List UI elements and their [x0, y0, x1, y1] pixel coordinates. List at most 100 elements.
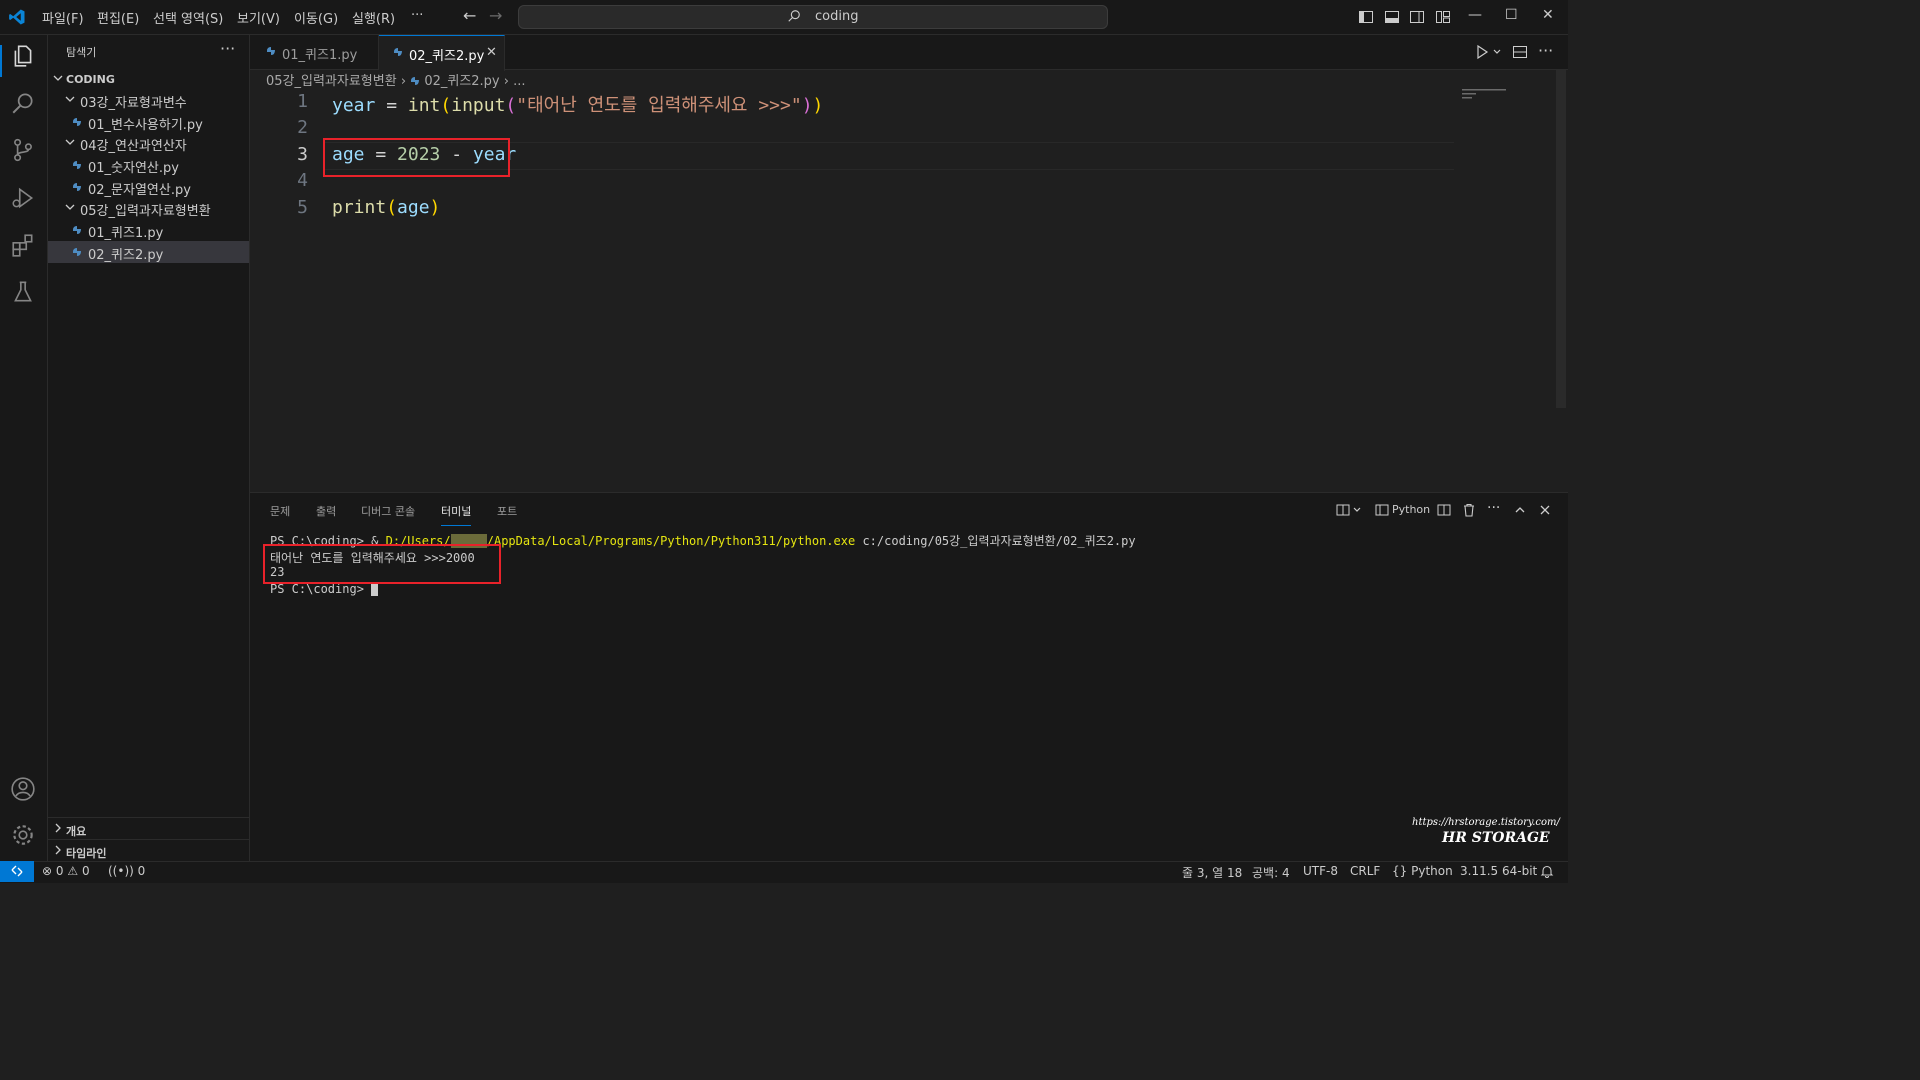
language-mode[interactable]: {} Python [1392, 864, 1453, 878]
chevron-right-icon [55, 845, 61, 855]
source-control-icon[interactable] [10, 137, 36, 163]
extensions-icon[interactable] [10, 232, 36, 258]
editor-more-icon[interactable]: ··· [1538, 41, 1553, 60]
tab-label: 01_퀴즈1.py [282, 48, 358, 63]
menu-edit[interactable]: 편집(E) [97, 8, 139, 27]
tree-folder-03[interactable]: 03강_자료형과변수 [48, 89, 249, 111]
terminal-shell-name[interactable]: Python [1392, 503, 1430, 516]
split-pane-icon[interactable] [1437, 503, 1451, 517]
split-terminal-icon[interactable] [1336, 503, 1350, 517]
toggle-secondary-sidebar-icon[interactable] [1409, 9, 1425, 25]
run-and-debug-icon[interactable] [10, 185, 36, 211]
tree-file[interactable]: 01_퀴즈1.py [48, 219, 249, 241]
breadcrumb-folder[interactable]: 05강_입력과자료형변환 [266, 74, 397, 89]
token-bracket: ( [440, 95, 452, 116]
back-arrow-icon[interactable]: ← [463, 6, 476, 25]
python-file-icon [394, 48, 402, 56]
customize-layout-icon[interactable] [1435, 9, 1451, 25]
watermark-brand: HR STORAGE [1442, 830, 1550, 846]
search-view-icon[interactable] [10, 90, 36, 116]
chevron-down-icon[interactable] [1352, 503, 1362, 517]
explorer-icon[interactable] [10, 43, 36, 69]
close-window-icon[interactable]: ✕ [1542, 7, 1554, 23]
python-file-icon [267, 47, 275, 55]
python-interpreter[interactable]: 3.11.5 64-bit [1460, 864, 1537, 878]
tree-file-selected[interactable]: 02_퀴즈2.py [48, 241, 249, 263]
chevron-down-icon [65, 204, 75, 210]
editor-scrollbar[interactable] [1556, 70, 1566, 408]
tab-quiz1[interactable]: 01_퀴즈1.py [250, 35, 379, 69]
eol-status[interactable]: CRLF [1350, 864, 1380, 878]
token-function: print [332, 197, 387, 218]
tree-file[interactable]: 01_변수사용하기.py [48, 111, 249, 133]
close-tab-icon[interactable]: ✕ [486, 45, 497, 60]
minimap[interactable] [1462, 88, 1506, 100]
token-bracket: ) [812, 95, 824, 116]
remote-indicator[interactable] [0, 861, 34, 882]
panel-tab-terminal[interactable]: 터미널 [441, 503, 472, 526]
panel-tab-problems[interactable]: 문제 [270, 503, 290, 519]
sidebar-title: 탐색기 [66, 46, 97, 59]
accounts-icon[interactable] [10, 776, 36, 802]
folder-label: 03강_자료형과변수 [80, 96, 187, 111]
search-icon [788, 10, 800, 22]
line-number: 3 [297, 144, 308, 165]
problems-status[interactable]: ⊗ 0 ⚠ 0 [42, 864, 90, 878]
sidebar-more-button[interactable]: ··· [220, 39, 235, 58]
run-python-icon[interactable] [1474, 44, 1490, 60]
maximize-icon[interactable]: ☐ [1505, 7, 1518, 23]
file-label: 01_퀴즈1.py [88, 226, 164, 241]
ports-status[interactable]: ((•)) 0 [108, 864, 145, 878]
indentation-status[interactable]: 공백: 4 [1252, 864, 1290, 881]
trash-icon[interactable] [1462, 503, 1476, 517]
code-line-1[interactable]: year = int(input("태어난 연도를 입력해주세요 >>>")) [332, 91, 823, 117]
python-file-icon [73, 183, 81, 191]
menu-selection[interactable]: 선택 영역(S) [153, 8, 223, 27]
terminal-line[interactable]: PS C:\coding> [270, 582, 379, 596]
command-center-search[interactable]: coding [518, 5, 1108, 29]
token-string: "태어난 연도를 입력해주세요 >>>" [516, 95, 802, 116]
notifications-bell-icon[interactable] [1540, 864, 1554, 878]
minimize-icon[interactable]: — [1468, 7, 1482, 23]
tree-file[interactable]: 01_숫자연산.py [48, 154, 249, 176]
token-variable: age [397, 197, 430, 218]
tree-folder-04[interactable]: 04강_연산과연산자 [48, 132, 249, 154]
outline-section[interactable]: 개요 [48, 817, 249, 840]
panel-more-icon[interactable]: ··· [1487, 500, 1500, 516]
chevron-down-icon [65, 96, 75, 102]
menu-file[interactable]: 파일(F) [42, 8, 84, 27]
maximize-panel-chevron-up-icon[interactable] [1513, 503, 1527, 517]
menu-more[interactable]: ··· [411, 8, 423, 23]
close-panel-icon[interactable] [1538, 503, 1552, 517]
testing-flask-icon[interactable] [10, 279, 36, 305]
menu-view[interactable]: 보기(V) [237, 8, 280, 27]
line-number: 2 [297, 117, 308, 138]
code-line-5[interactable]: print(age) [332, 197, 440, 218]
settings-gear-icon[interactable] [10, 822, 36, 848]
panel-tab-ports[interactable]: 포트 [497, 503, 517, 519]
token-function: input [451, 95, 506, 116]
breadcrumb-symbols[interactable]: ... [513, 74, 525, 89]
split-editor-icon[interactable] [1512, 44, 1528, 60]
encoding-status[interactable]: UTF-8 [1303, 864, 1338, 878]
tab-quiz2[interactable]: 02_퀴즈2.py ✕ [379, 35, 505, 71]
chevron-down-icon[interactable] [1492, 44, 1502, 60]
panel-tab-output[interactable]: 출력 [316, 503, 336, 519]
menu-run[interactable]: 실행(R) [352, 8, 395, 27]
terminal-argument: c:/coding/05강_입력과자료형변환/02_퀴즈2.py [855, 534, 1136, 548]
annotation-highlight-box [323, 138, 510, 177]
breadcrumb-file[interactable]: 02_퀴즈2.py [424, 74, 499, 89]
line-number: 5 [297, 197, 308, 218]
toggle-primary-sidebar-icon[interactable] [1358, 9, 1374, 25]
tree-file[interactable]: 02_문자열연산.py [48, 176, 249, 198]
timeline-section[interactable]: 타임라인 [48, 839, 249, 862]
editor-tab-bar: 01_퀴즈1.py 02_퀴즈2.py ✕ ··· [250, 35, 1568, 71]
tree-folder-05[interactable]: 05강_입력과자료형변환 [48, 197, 249, 219]
forward-arrow-icon[interactable]: → [489, 6, 502, 25]
panel-tab-debug-console[interactable]: 디버그 콘솔 [361, 503, 415, 519]
cursor-position[interactable]: 줄 3, 열 18 [1182, 864, 1242, 881]
menu-go[interactable]: 이동(G) [294, 8, 338, 27]
toggle-panel-icon[interactable] [1384, 9, 1400, 25]
token-bracket: ( [386, 197, 398, 218]
tree-root-coding[interactable]: CODING [48, 68, 249, 90]
